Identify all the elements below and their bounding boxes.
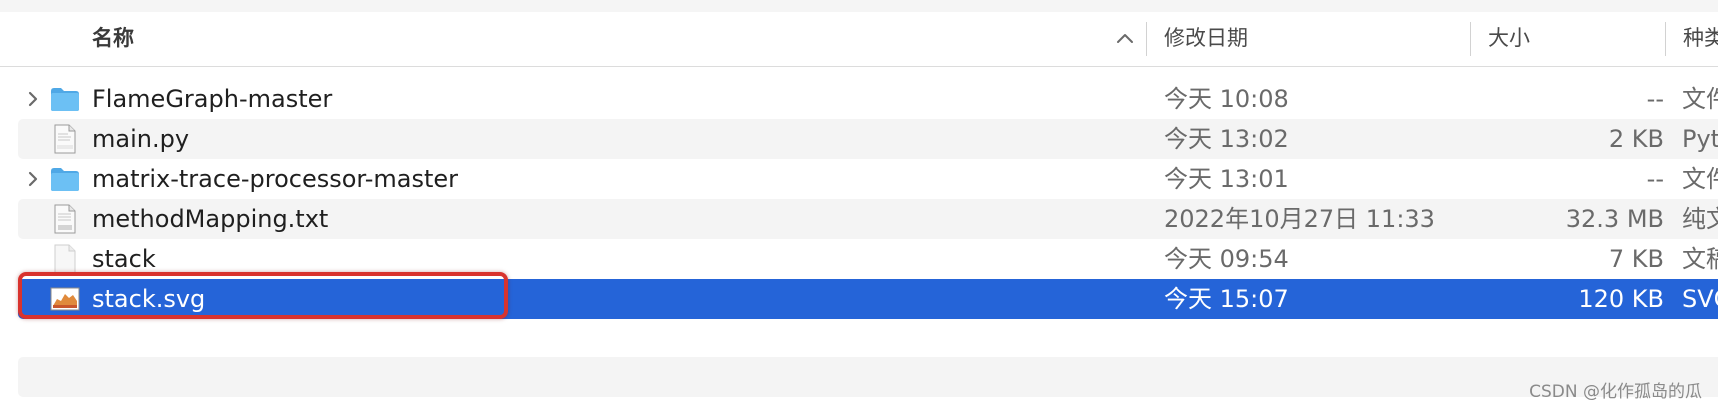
sort-ascending-icon[interactable] xyxy=(1114,28,1136,50)
file-name: FlameGraph-master xyxy=(92,85,333,113)
column-size-header[interactable]: 大小 xyxy=(1488,12,1530,66)
file-row-matrix-trace-processor-master[interactable]: matrix-trace-processor-master 今天 13:01 -… xyxy=(18,159,1718,199)
file-kind: 文件夹 xyxy=(1682,85,1718,113)
disclosure-chevron-icon[interactable] xyxy=(26,90,40,108)
file-size: 2 KB xyxy=(1608,125,1664,153)
txt-file-icon xyxy=(54,204,76,234)
file-date: 2022年10月27日 11:33 xyxy=(1164,205,1435,233)
file-kind: 文稿 xyxy=(1682,245,1718,273)
file-kind: 文件夹 xyxy=(1682,165,1718,193)
file-date: 今天 13:02 xyxy=(1164,125,1289,153)
column-kind-header[interactable]: 种类 xyxy=(1683,12,1718,66)
file-kind: Python xyxy=(1682,125,1718,153)
file-size: 32.3 MB xyxy=(1565,205,1664,233)
python-file-icon xyxy=(54,124,76,154)
column-date-header[interactable]: 修改日期 xyxy=(1164,12,1248,66)
file-row-methodmapping-txt[interactable]: methodMapping.txt 2022年10月27日 11:33 32.3… xyxy=(18,199,1718,239)
column-divider[interactable] xyxy=(1146,22,1147,56)
file-size: -- xyxy=(1646,165,1664,193)
annotation-highlight-box xyxy=(18,272,508,319)
file-row-main-py[interactable]: main.py 今天 13:02 2 KB Python xyxy=(18,119,1718,159)
watermark-text: CSDN @化作孤岛的瓜 xyxy=(1529,382,1702,402)
blank-file-icon xyxy=(54,244,76,274)
file-date: 今天 09:54 xyxy=(1164,245,1289,273)
folder-icon xyxy=(51,88,79,111)
file-name: methodMapping.txt xyxy=(92,205,329,233)
file-name: main.py xyxy=(92,125,190,153)
file-date: 今天 10:08 xyxy=(1164,85,1289,113)
column-divider[interactable] xyxy=(1470,22,1471,56)
column-header: 名称 修改日期 大小 种类 xyxy=(0,12,1718,67)
column-divider[interactable] xyxy=(1665,22,1666,56)
finder-window: 名称 修改日期 大小 种类 FlameGraph-master 今天 10:08… xyxy=(0,0,1718,408)
file-size: 7 KB xyxy=(1608,245,1664,273)
folder-icon xyxy=(51,168,79,191)
file-size: -- xyxy=(1646,85,1664,113)
empty-row xyxy=(18,357,1718,397)
file-kind: 纯文本 xyxy=(1682,205,1718,233)
file-row-flamegraph-master[interactable]: FlameGraph-master 今天 10:08 -- 文件夹 xyxy=(18,79,1718,119)
file-date: 今天 15:07 xyxy=(1164,285,1289,313)
column-name-header[interactable]: 名称 xyxy=(92,12,134,66)
file-size: 120 KB xyxy=(1578,285,1664,313)
disclosure-chevron-icon[interactable] xyxy=(26,170,40,188)
file-name: matrix-trace-processor-master xyxy=(92,165,459,193)
file-date: 今天 13:01 xyxy=(1164,165,1289,193)
file-kind: SVG xyxy=(1682,285,1718,313)
